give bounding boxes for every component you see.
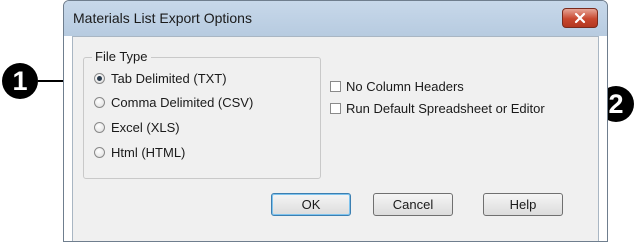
file-type-label: File Type [92,49,151,64]
cancel-button[interactable]: Cancel [373,193,453,216]
radio-button[interactable] [94,121,105,133]
help-button[interactable]: Help [483,193,563,216]
checkbox-label: No Column Headers [346,78,464,94]
callout-1-badge: 1 [2,63,38,99]
export-options-dialog: Materials List Export Options File Type … [63,0,608,242]
close-button[interactable] [562,8,598,28]
dialog-titlebar[interactable]: Materials List Export Options [64,1,607,36]
radio-button[interactable] [94,96,105,108]
file-type-group: File Type Tab Delimited (TXT) Comma Deli… [83,49,321,179]
radio-label: Comma Delimited (CSV) [111,94,254,110]
radio-label: Tab Delimited (TXT) [111,70,227,86]
radio-excel[interactable]: Excel (XLS) [94,118,180,136]
checkbox[interactable] [330,102,341,114]
radio-button[interactable] [94,146,105,158]
close-x-icon [574,12,586,24]
radio-comma-delimited[interactable]: Comma Delimited (CSV) [94,93,253,111]
checkbox[interactable] [330,80,341,92]
radio-button-selected[interactable] [94,72,105,84]
dialog-title: Materials List Export Options [73,10,252,26]
checkbox-run-default-editor[interactable]: Run Default Spreadsheet or Editor [330,99,545,117]
radio-html[interactable]: Html (HTML) [94,143,185,161]
radio-tab-delimited[interactable]: Tab Delimited (TXT) [94,69,227,87]
checkbox-no-column-headers[interactable]: No Column Headers [330,77,464,95]
ok-button[interactable]: OK [271,193,351,216]
radio-label: Html (HTML) [111,144,186,160]
dialog-body: File Type Tab Delimited (TXT) Comma Deli… [72,36,599,241]
radio-label: Excel (XLS) [111,119,180,135]
checkbox-label: Run Default Spreadsheet or Editor [346,100,545,116]
